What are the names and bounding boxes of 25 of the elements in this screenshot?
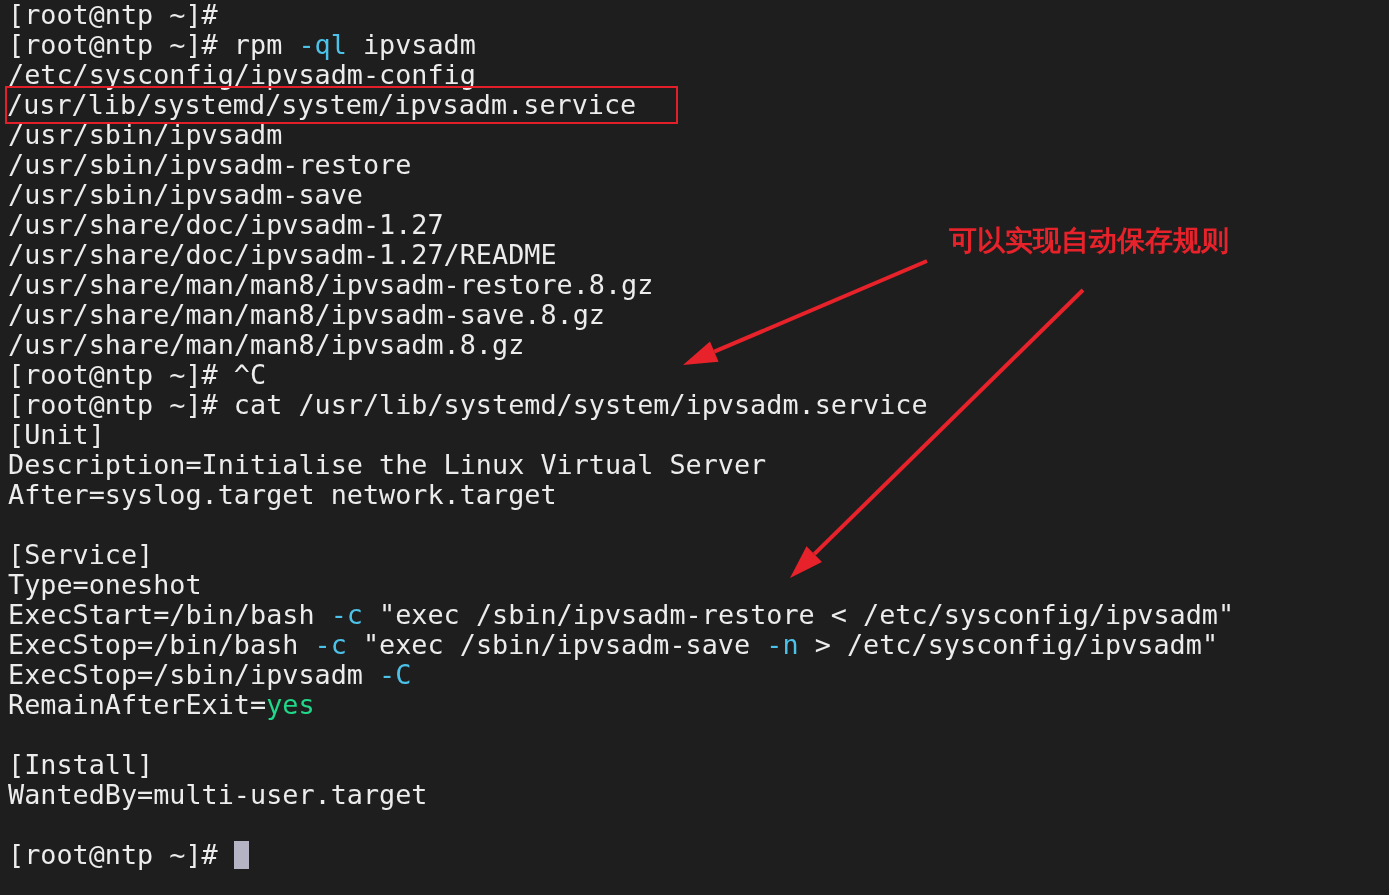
terminal-line: /usr/share/man/man8/ipvsadm-restore.8.gz (8, 270, 654, 300)
terminal-line: /usr/sbin/ipvsadm-save (8, 180, 363, 210)
terminal-line: [Unit] (8, 420, 105, 450)
terminal-line: [root@ntp ~]# rpm -ql ipvsadm (8, 30, 476, 60)
terminal-line: /usr/share/doc/ipvsadm-1.27 (8, 210, 444, 240)
shell-prompt: [root@ntp ~]# (8, 840, 218, 870)
terminal-line: ExecStart=/bin/bash -c "exec /sbin/ipvsadm-restore < /etc/sysconfig/ipvsadm" (8, 600, 1235, 630)
terminal-line: [root@ntp ~]# cat /usr/lib/systemd/system/ipvsadm.service (8, 390, 928, 420)
terminal-line: ExecStop=/sbin/ipvsadm -C (8, 660, 412, 690)
terminal-line: [root@ntp ~]# (8, 0, 218, 30)
terminal-line: Type=oneshot (8, 570, 202, 600)
terminal-line: [Service] (8, 540, 154, 570)
terminal-line: WantedBy=multi-user.target (8, 780, 428, 810)
terminal-line: [root@ntp ~]# ^C (8, 360, 267, 390)
annotation-label: 可以实现自动保存规则 (949, 223, 1229, 259)
terminal-line: /usr/sbin/ipvsadm-restore (8, 150, 412, 180)
terminal-line: /usr/share/doc/ipvsadm-1.27/README (8, 240, 557, 270)
terminal-line: RemainAfterExit=yes (8, 690, 315, 720)
terminal-line: Description=Initialise the Linux Virtual Server (8, 450, 767, 480)
terminal-line: ExecStop=/bin/bash -c "exec /sbin/ipvsadm-save -n > /etc/sysconfig/ipvsadm" (8, 630, 1219, 660)
text-cursor (233, 841, 249, 869)
terminal-line: /usr/share/man/man8/ipvsadm.8.gz (8, 330, 525, 360)
terminal-line: /usr/share/man/man8/ipvsadm-save.8.gz (8, 300, 605, 330)
terminal-line: [Install] (8, 750, 154, 780)
terminal-line: After=syslog.target network.target (8, 480, 557, 510)
